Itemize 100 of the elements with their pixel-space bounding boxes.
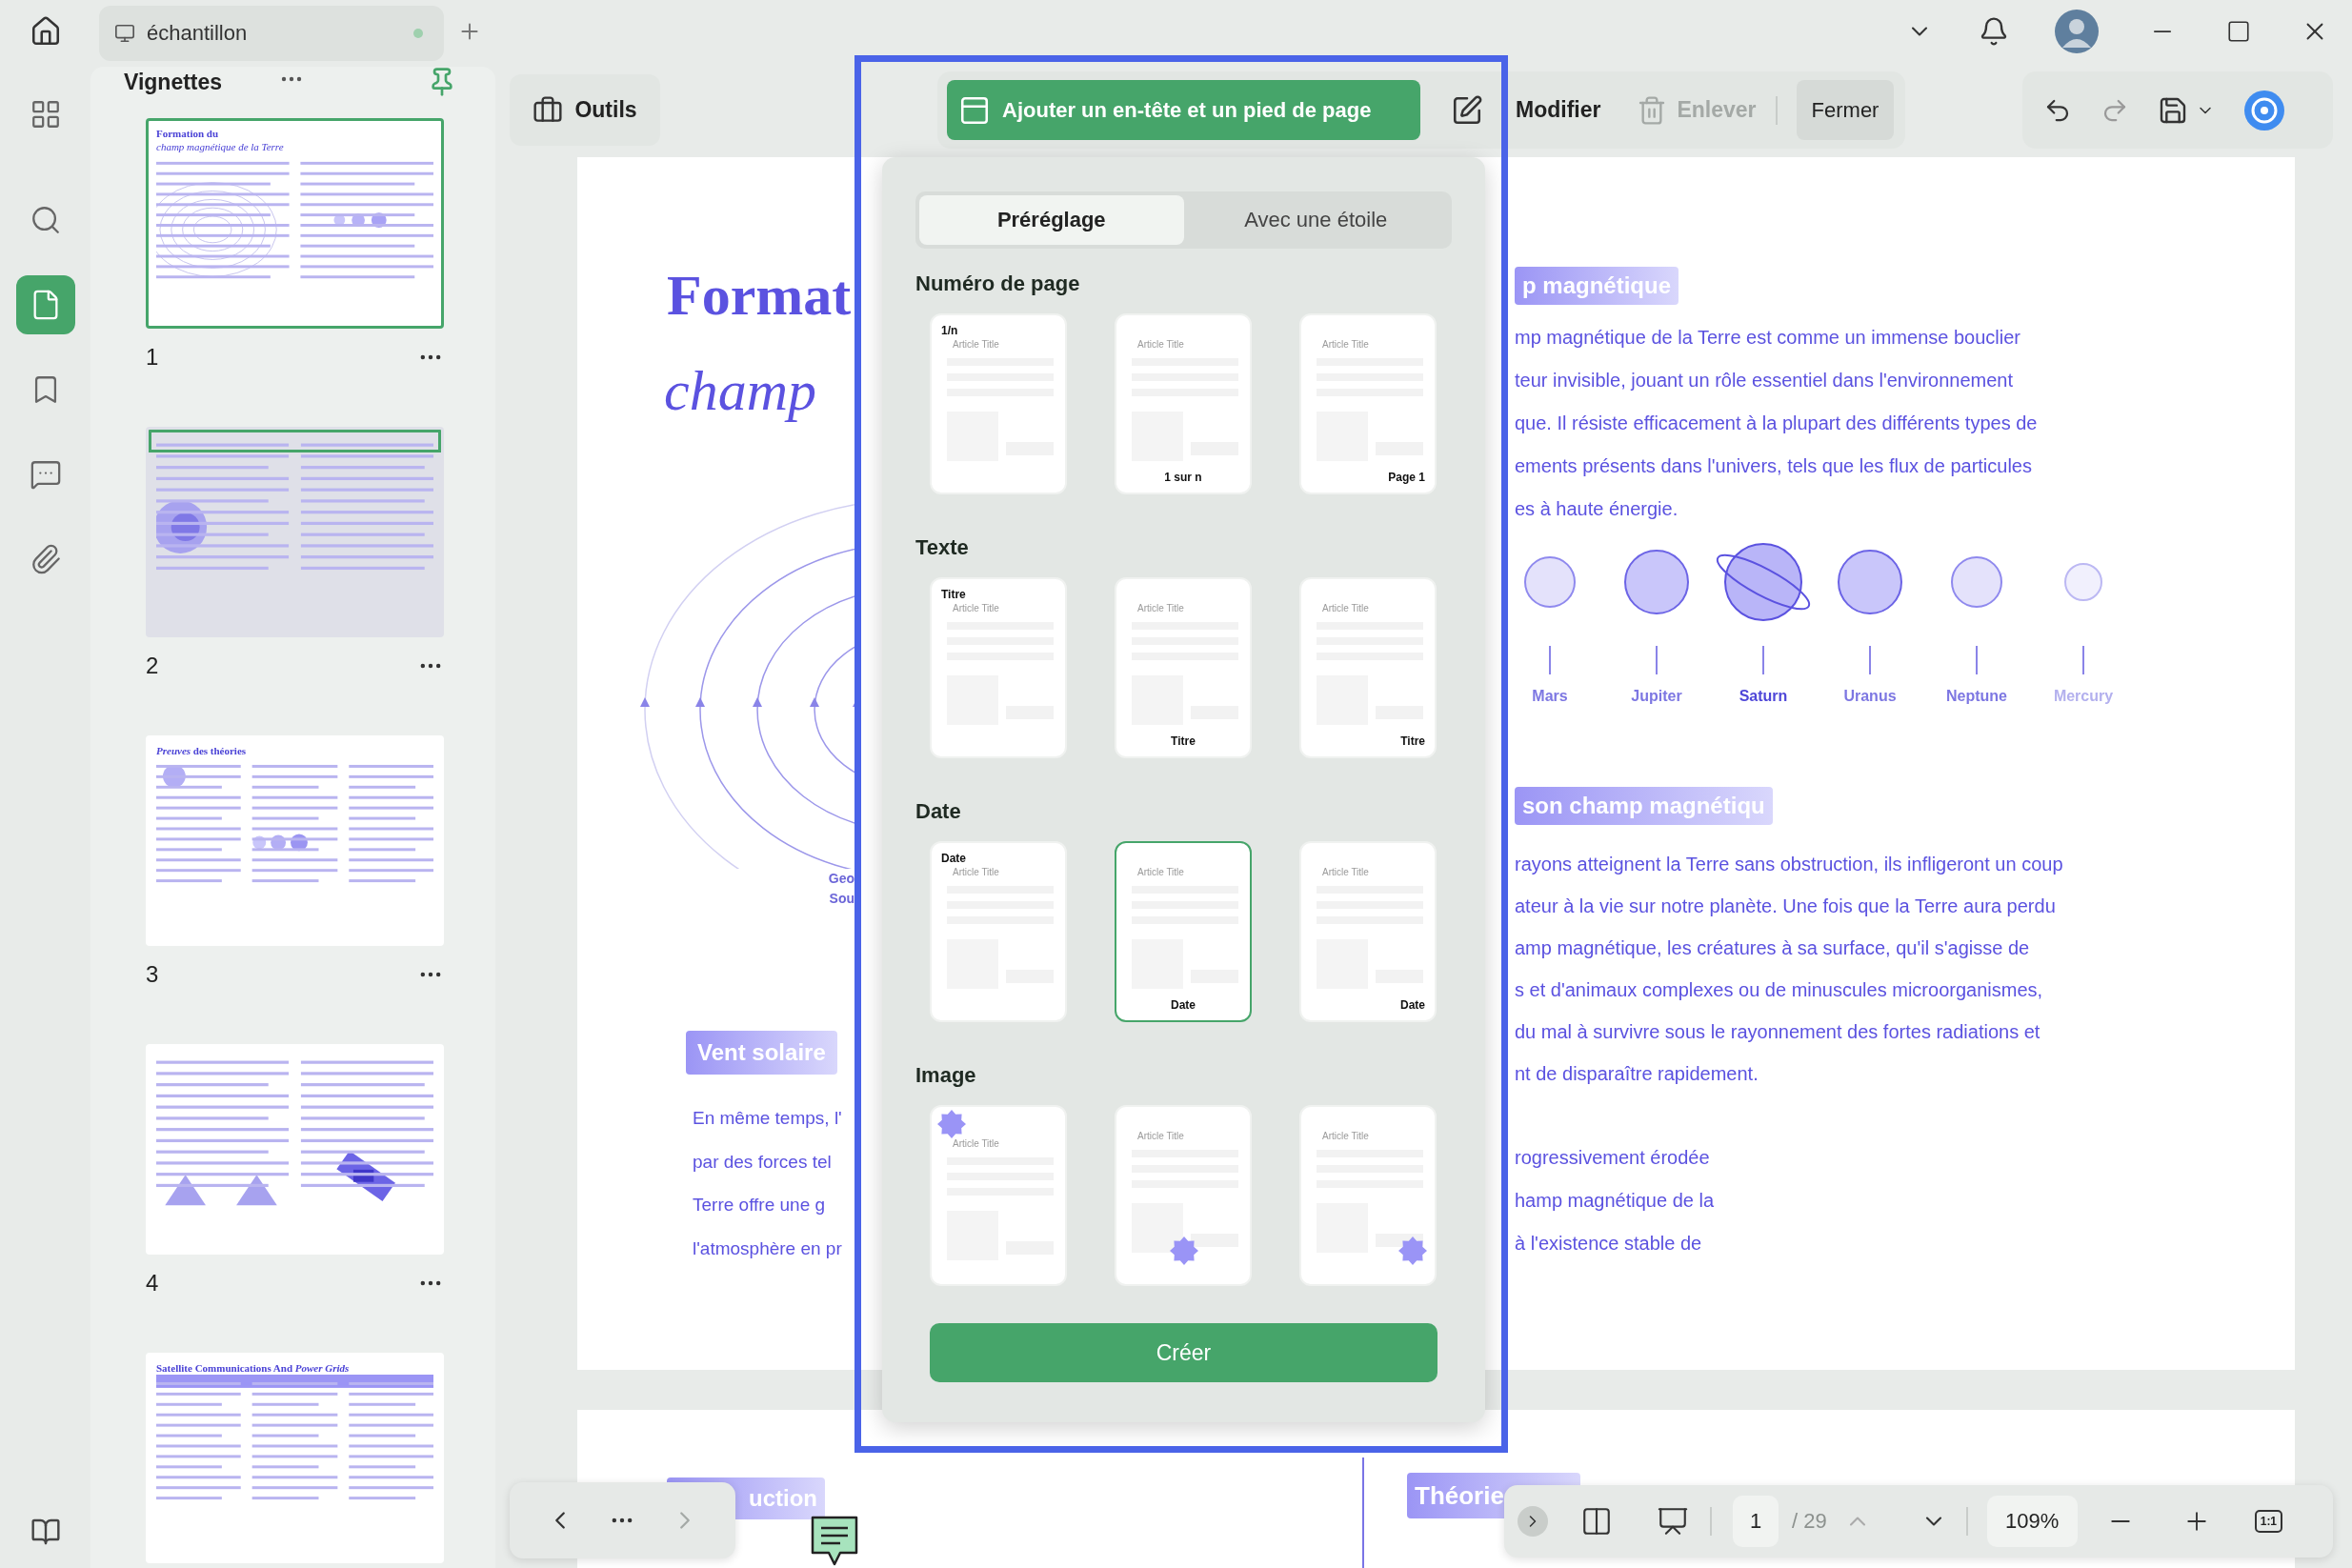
paragraph-line: nt de disparaître rapidement. xyxy=(1515,1062,1759,1086)
template-card[interactable]: Article Title 1 sur n xyxy=(1115,313,1252,494)
page-field[interactable]: 1 xyxy=(1733,1496,1779,1547)
paragraph-line: s et d'animaux complexes ou de minuscules microorganismes, xyxy=(1515,978,2044,1002)
two-page-icon[interactable] xyxy=(1580,1505,1613,1538)
template-card[interactable]: Article Title Titre xyxy=(1299,577,1437,758)
page-thumbnail[interactable]: Satellite Communications And Power Grids xyxy=(146,1353,444,1563)
avatar[interactable] xyxy=(2055,10,2099,53)
sidebar-button[interactable] xyxy=(15,275,75,334)
paragraph-line: En même temps, l' xyxy=(693,1107,843,1130)
sample-title: Article Title xyxy=(1322,338,1370,351)
template-card[interactable]: Article Title Date xyxy=(1299,841,1437,1022)
thumbnail-title: Satellite Communications And Power Grids xyxy=(156,1361,351,1376)
page-number: 3 xyxy=(146,961,159,988)
template-card[interactable]: Article Title Date xyxy=(1115,841,1252,1022)
planet-label: Uranus xyxy=(1843,687,1897,706)
tab[interactable]: Préréglage xyxy=(919,195,1184,245)
template-card[interactable]: Article Title Page 1 xyxy=(1299,313,1437,494)
template-label: Date xyxy=(1399,997,1425,1013)
star-icon xyxy=(1170,1236,1198,1265)
paragraph-line: rayons atteignent la Terre sans obstruction, ils infligeront un coup xyxy=(1515,853,2064,876)
sample-title: Article Title xyxy=(953,338,1000,351)
paragraph-line: mp magnétique de la Terre est comme un immense bouclier xyxy=(1515,326,2021,350)
section-title: Image xyxy=(915,1062,977,1089)
paragraph-line: l'atmosphère en pr xyxy=(693,1236,843,1260)
paragraph-line: es à haute énergie. xyxy=(1515,497,1679,521)
template-label: Titre xyxy=(941,587,967,602)
paragraph-line: amp magnétique, les créatures à sa surface, qu'il s'agisse de xyxy=(1515,936,2031,960)
paragraph-line: que. Il résiste efficacement à la plupart des différents types de xyxy=(1515,412,2039,435)
star-icon xyxy=(1398,1236,1427,1265)
sample-title: Article Title xyxy=(1322,602,1370,614)
planet-label: Neptune xyxy=(1946,687,2007,706)
diagram-label: Geo xyxy=(827,870,854,888)
paragraph-line: ateur à la vie sur notre planète. Une fois que la Terre aura perdu xyxy=(1515,895,2057,918)
sample-title: Article Title xyxy=(1137,1130,1185,1142)
sample-title: Article Title xyxy=(953,602,1000,614)
page-number: 1 xyxy=(146,344,159,371)
paragraph-line: teur invisible, jouant un rôle essentiel dans l'environnement xyxy=(1515,369,2015,392)
page-thumbnail[interactable]: Formation du champ magnétique de la Terre xyxy=(146,118,444,329)
sample-title: Article Title xyxy=(1137,866,1185,878)
paragraph-line: du mal à survivre sous le rayonnement des fortes radiations et xyxy=(1515,1020,2041,1044)
paragraph-line: à l'existence stable de xyxy=(1515,1232,1703,1256)
thumbnail-subtitle: champ magnétique de la Terre xyxy=(156,140,285,154)
book-icon[interactable] xyxy=(30,1517,61,1547)
actual-size-button[interactable]: 1:1 xyxy=(2254,1510,2283,1533)
bell-icon[interactable] xyxy=(1979,16,2009,47)
page-number: 4 xyxy=(146,1270,159,1297)
section-title: Date xyxy=(915,798,962,825)
panel-title: Vignettes xyxy=(124,69,223,95)
sample-title: Article Title xyxy=(1322,1130,1370,1142)
tools-button[interactable]: Outils xyxy=(510,74,660,146)
paragraph-line: ements présents dans l'univers, tels que les flux de particules xyxy=(1515,454,2033,478)
thumbnail-title: Formation du xyxy=(156,127,220,141)
document-title: Format xyxy=(667,265,853,326)
section-heading: Vent solaire xyxy=(686,1031,837,1075)
planet-label: Saturn xyxy=(1739,687,1788,706)
template-card[interactable]: Article Title Titre xyxy=(1115,577,1252,758)
collapse-button[interactable] xyxy=(1518,1506,1548,1537)
template-label: Date xyxy=(941,851,967,866)
tab[interactable]: Avec une étoile xyxy=(1183,195,1448,245)
diagram-label: Sou xyxy=(828,890,854,908)
sample-title: Article Title xyxy=(1137,602,1185,614)
document-subtitle: champ xyxy=(664,360,817,421)
section-heading: p magnétique xyxy=(1515,267,1679,305)
paragraph-line: Terre offre une g xyxy=(693,1194,827,1216)
page-count: / 29 xyxy=(1792,1509,1827,1534)
template-label: Titre xyxy=(1399,734,1425,749)
zoom-field[interactable]: 109% xyxy=(1986,1496,2078,1547)
assistant-icon[interactable] xyxy=(2243,89,2285,131)
document-tab[interactable]: échantillon xyxy=(99,6,444,61)
template-label: Page 1 xyxy=(1387,470,1425,485)
section-title: Texte xyxy=(915,534,970,561)
paragraph-line: par des forces tel xyxy=(693,1150,833,1174)
comment-icon[interactable] xyxy=(810,1515,859,1568)
sample-title: Article Title xyxy=(1322,866,1370,878)
template-label: 1 sur n xyxy=(1163,470,1203,485)
drag-handle-icon[interactable] xyxy=(281,76,302,82)
home-icon[interactable] xyxy=(30,15,62,48)
planet-label: Mercury xyxy=(2053,687,2114,706)
sample-title: Article Title xyxy=(953,866,1000,878)
template-label: 1/n xyxy=(941,323,959,338)
template-card[interactable]: Date Article Title xyxy=(930,841,1067,1022)
paragraph-line: rogressivement érodée xyxy=(1515,1146,1711,1170)
paragraph-line: hamp magnétique de la xyxy=(1515,1189,1716,1213)
template-card[interactable]: Titre Article Title xyxy=(930,577,1067,758)
status-dot-icon xyxy=(413,29,423,38)
page-thumbnail[interactable]: Preuves des théories xyxy=(146,735,444,946)
planet-label: Jupiter xyxy=(1631,687,1682,706)
close-button[interactable]: Fermer xyxy=(1796,80,1895,140)
star-icon xyxy=(937,1110,966,1138)
section-heading: son champ magnétiqu xyxy=(1515,787,1773,825)
edit-icon[interactable] xyxy=(1451,93,1483,127)
maximize-icon[interactable] xyxy=(2226,19,2251,44)
sample-title: Article Title xyxy=(1137,338,1185,351)
template-card[interactable]: 1/n Article Title xyxy=(930,313,1067,494)
section-title: Numéro de page xyxy=(915,271,1081,297)
modify-button[interactable]: Modifier xyxy=(1451,93,1601,127)
thumbnail-title: Preuves des théories xyxy=(156,744,248,758)
presentation-icon[interactable] xyxy=(1657,1505,1689,1538)
template-label: Date xyxy=(1170,997,1196,1013)
